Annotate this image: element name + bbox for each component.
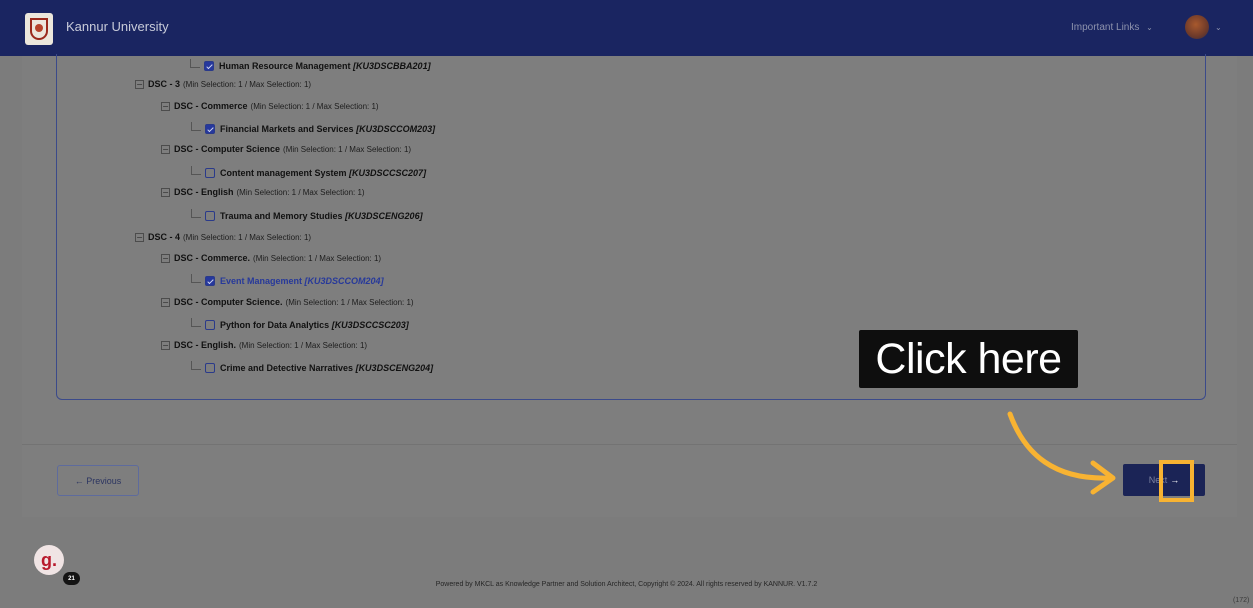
footer-copyright: Powered by MKCL as Knowledge Partner and… [435, 581, 818, 588]
click-here-callout: Click here [859, 330, 1078, 388]
helper-widget-logo: g. [41, 549, 57, 570]
version-label: (172) [1233, 597, 1250, 604]
helper-widget-button[interactable]: g. [34, 545, 64, 575]
pointer-arrow [1007, 411, 1116, 495]
highlight-frame [1159, 460, 1194, 502]
